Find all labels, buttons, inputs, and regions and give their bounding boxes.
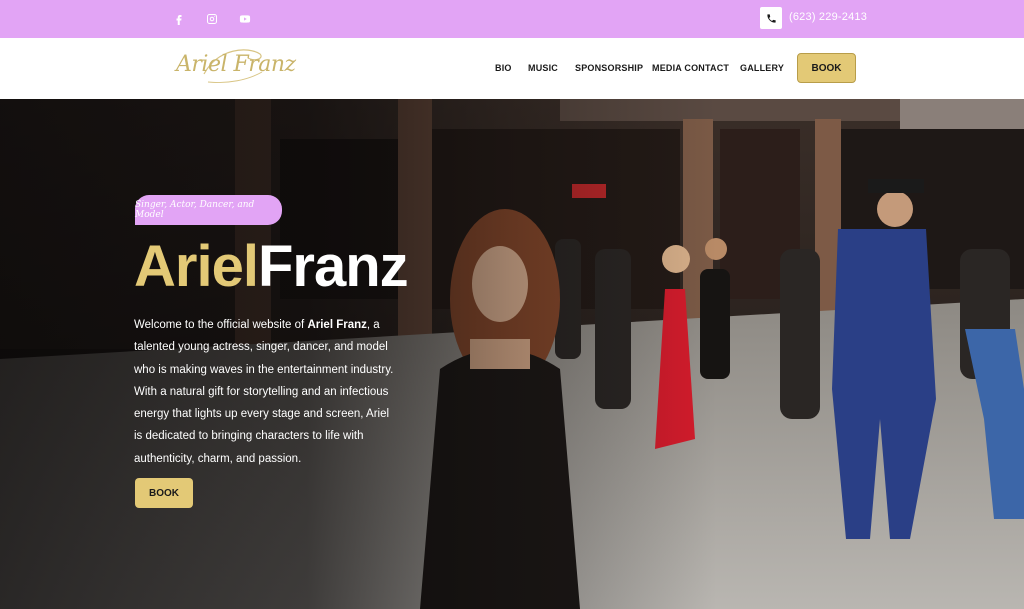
header-book-button[interactable]: BOOK xyxy=(797,53,856,83)
instagram-icon[interactable] xyxy=(204,11,220,27)
nav-gallery[interactable]: GALLERY xyxy=(740,63,784,73)
hero-book-button[interactable]: BOOK xyxy=(135,478,193,508)
tagline-badge: Singer, Actor, Dancer, and Model xyxy=(135,195,282,225)
intro-before: Welcome to the official website of xyxy=(134,319,308,331)
phone-number-link[interactable]: (623) 229-2413 xyxy=(789,11,867,23)
hero-intro-text: Welcome to the official website of Ariel… xyxy=(134,314,396,470)
nav-bio[interactable]: BIO xyxy=(495,63,512,73)
nav-sponsorship[interactable]: SPONSORSHIP xyxy=(575,63,643,73)
site-logo[interactable]: Ariel Franz xyxy=(176,52,296,77)
site-header xyxy=(0,38,1024,99)
hero-title: ArielFranz xyxy=(134,234,409,300)
hero-last-name: Franz xyxy=(257,234,409,299)
facebook-icon[interactable] xyxy=(171,11,187,27)
top-bar: (623) 229-2413 xyxy=(0,0,1024,38)
intro-after: , a talented young actress, singer, danc… xyxy=(134,319,394,465)
intro-name: Ariel Franz xyxy=(307,319,367,331)
nav-music[interactable]: MUSIC xyxy=(528,63,558,73)
youtube-icon[interactable] xyxy=(237,11,253,27)
nav-media-contact[interactable]: MEDIA CONTACT xyxy=(652,63,729,73)
hero-first-name: Ariel xyxy=(134,234,259,299)
phone-icon xyxy=(760,7,782,29)
